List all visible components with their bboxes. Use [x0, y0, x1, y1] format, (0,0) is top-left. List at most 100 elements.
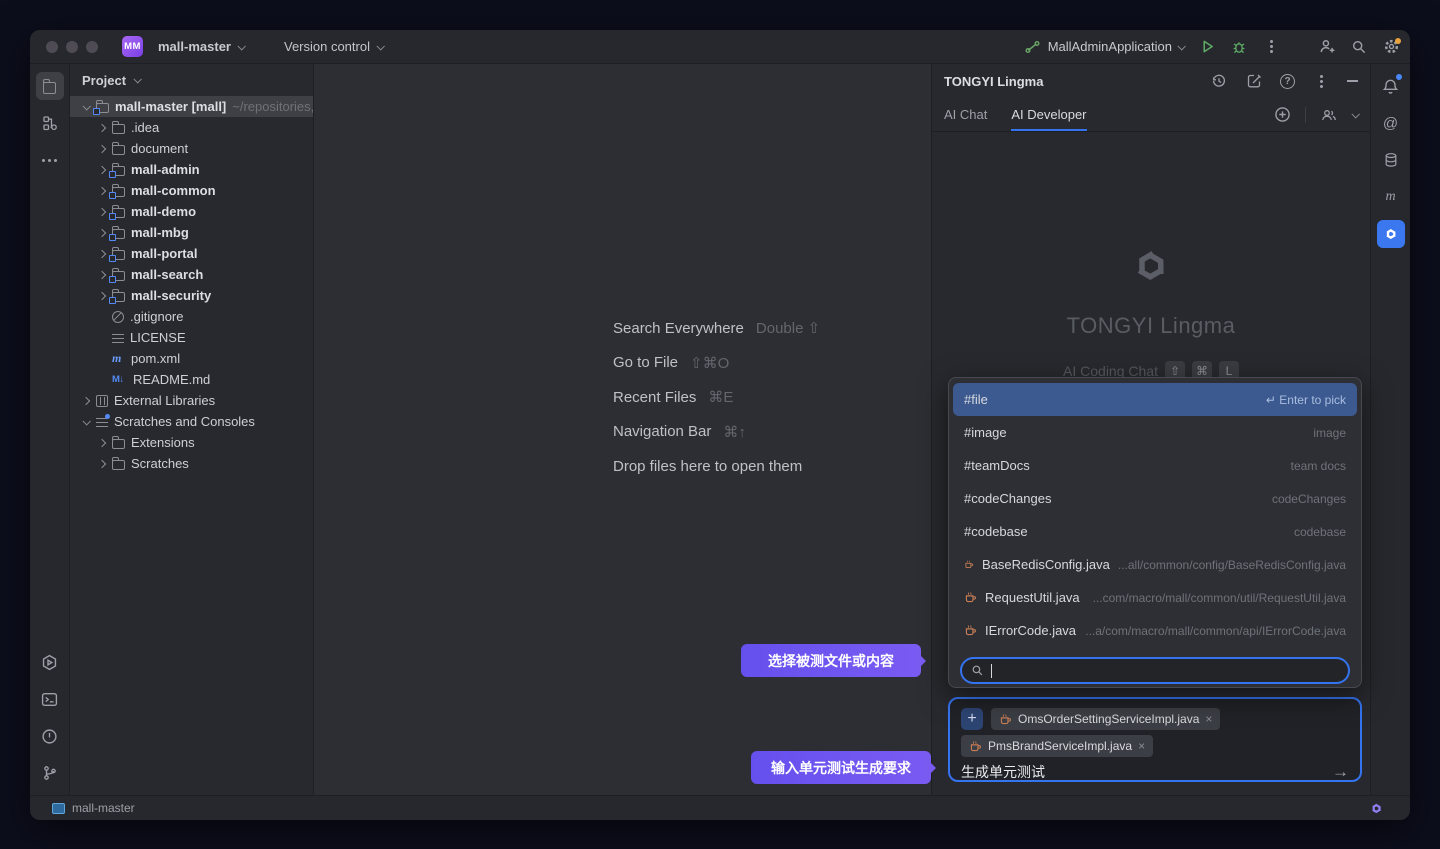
dropdown-item-label: #codebase [964, 524, 1028, 539]
tree-item-gitignore[interactable]: .gitignore [70, 306, 313, 327]
tree-item-mall-portal[interactable]: mall-portal [70, 243, 313, 264]
chevron-down-icon [82, 417, 90, 425]
status-project-name[interactable]: mall-master [72, 801, 135, 815]
tree-item-label: Scratches [131, 456, 189, 471]
settings-alert-dot [1395, 38, 1401, 44]
dropdown-item-codebase[interactable]: #codebase codebase [953, 515, 1357, 548]
lingma-status-icon[interactable] [1369, 801, 1384, 816]
maven-tool-button[interactable]: m [1377, 183, 1405, 211]
run-configuration-select[interactable]: MallAdminApplication [1024, 38, 1184, 56]
tree-item-external-libraries[interactable]: External Libraries [70, 390, 313, 411]
hide-panel-icon[interactable] [1347, 80, 1358, 82]
tree-item-mall-mbg[interactable]: mall-mbg [70, 222, 313, 243]
more-tools-button[interactable] [36, 146, 64, 174]
tree-item-mall-demo[interactable]: mall-demo [70, 201, 313, 222]
tree-item-mall-admin[interactable]: mall-admin [70, 159, 313, 180]
send-button[interactable]: → [1332, 762, 1349, 782]
version-control-menu[interactable]: Version control [276, 35, 391, 58]
search-icon[interactable] [1350, 38, 1368, 56]
tree-item-scratches-consoles[interactable]: Scratches and Consoles [70, 411, 313, 432]
notifications-bell-button[interactable] [1377, 72, 1405, 100]
drop-files-hint: Drop files here to open them [613, 458, 802, 475]
file-chip-pmsbrand[interactable]: PmsBrandServiceImpl.java × [961, 735, 1153, 757]
project-panel-header[interactable]: Project [70, 64, 313, 96]
lingma-panel-header: TONGYI Lingma ? [932, 64, 1370, 98]
dropdown-item-teamdocs[interactable]: #teamDocs team docs [953, 449, 1357, 482]
dropdown-item-partial [953, 647, 1357, 654]
ide-window: MM mall-master Version control MallAdmin… [30, 30, 1410, 820]
unit-test-composer[interactable]: + OmsOrderSettingServiceImpl.java × PmsB… [948, 697, 1362, 782]
chevron-right-icon [82, 396, 90, 404]
dropdown-item-codechanges[interactable]: #codeChanges codeChanges [953, 482, 1357, 515]
chevron-right-icon [98, 291, 106, 299]
zoom-button[interactable] [86, 41, 98, 53]
prompt-input-text[interactable]: 生成单元测试 [961, 762, 1045, 782]
run-button[interactable] [1198, 38, 1216, 56]
tree-item-readme[interactable]: M↓ README.md [70, 369, 313, 390]
tab-ai-chat[interactable]: AI Chat [944, 98, 987, 131]
tree-item-pom-xml[interactable]: m pom.xml [70, 348, 313, 369]
chevron-right-icon [98, 249, 106, 257]
add-user-icon[interactable] [1318, 38, 1336, 56]
close-button[interactable] [46, 41, 58, 53]
file-chip-omsordersetting[interactable]: OmsOrderSettingServiceImpl.java × [991, 708, 1220, 730]
tree-item-mall-search[interactable]: mall-search [70, 264, 313, 285]
tree-item-idea[interactable]: .idea [70, 117, 313, 138]
right-activity-bar: @ m [1370, 64, 1410, 795]
minimize-button[interactable] [66, 41, 78, 53]
sessions-people-icon[interactable] [1320, 106, 1338, 124]
dropdown-item-file[interactable]: #file ↵ Enter to pick [953, 383, 1357, 416]
folder-icon [112, 460, 125, 470]
new-session-plus-icon[interactable] [1273, 106, 1291, 124]
tab-ai-developer[interactable]: AI Developer [1011, 98, 1086, 131]
editor-area: Search Everywhere Double ⇧ Go to File ⇧⌘… [314, 64, 931, 795]
dropdown-item-label: #teamDocs [964, 458, 1030, 473]
add-context-button[interactable]: + [961, 708, 983, 730]
dropdown-item-hint: team docs [1291, 459, 1346, 473]
database-tool-button[interactable] [1377, 146, 1405, 174]
java-file-icon [969, 740, 982, 753]
history-icon[interactable] [1210, 72, 1228, 90]
settings-gear-icon[interactable] [1382, 38, 1400, 56]
structure-tool-button[interactable] [36, 109, 64, 137]
git-tool-button[interactable] [36, 759, 64, 787]
services-tool-button[interactable] [36, 648, 64, 676]
project-tool-button[interactable] [36, 72, 64, 100]
tree-item-document[interactable]: document [70, 138, 313, 159]
tree-item-label: mall-portal [131, 246, 197, 261]
tree-item-mall-security[interactable]: mall-security [70, 285, 313, 306]
remove-chip-icon[interactable]: × [1138, 739, 1145, 753]
java-file-icon [964, 624, 977, 637]
dropdown-file-requestutil[interactable]: RequestUtil.java ...com/macro/mall/commo… [953, 581, 1357, 614]
tree-item-label: Extensions [131, 435, 195, 450]
terminal-tool-button[interactable] [36, 685, 64, 713]
scratches-icon [96, 416, 108, 428]
dropdown-file-path: ...all/common/config/BaseRedisConfig.jav… [1118, 558, 1346, 572]
new-chat-icon[interactable] [1245, 72, 1263, 90]
lingma-tool-button[interactable] [1377, 220, 1405, 248]
dropdown-file-ierrorcode[interactable]: IErrorCode.java ...a/com/macro/mall/comm… [953, 614, 1357, 647]
dropdown-file-baseredisconfig[interactable]: BaseRedisConfig.java ...all/common/confi… [953, 548, 1357, 581]
dropdown-search-input[interactable] [999, 663, 1339, 678]
debug-button[interactable] [1230, 38, 1248, 56]
dropdown-item-image[interactable]: #image image [953, 416, 1357, 449]
folder-icon [112, 145, 125, 155]
chevron-down-icon[interactable] [1351, 110, 1359, 118]
chevron-down-icon [82, 102, 90, 110]
more-actions-kebab[interactable] [1262, 38, 1280, 56]
panel-options-kebab[interactable] [1312, 72, 1330, 90]
dropdown-item-hint: codebase [1294, 525, 1346, 539]
version-control-label: Version control [284, 39, 370, 54]
tree-item-mall-common[interactable]: mall-common [70, 180, 313, 201]
tree-item-mall-master-root[interactable]: mall-master [mall] ~/repositories, [70, 96, 313, 117]
tree-item-scratches[interactable]: Scratches [70, 453, 313, 474]
help-icon[interactable]: ? [1280, 74, 1295, 89]
tree-item-label: mall-search [131, 267, 203, 282]
dropdown-search-box[interactable] [960, 657, 1350, 684]
problems-tool-button[interactable] [36, 722, 64, 750]
project-menu[interactable]: mall-master [150, 35, 252, 58]
remove-chip-icon[interactable]: × [1205, 712, 1212, 726]
ai-assistant-button[interactable]: @ [1377, 109, 1405, 137]
tree-item-license[interactable]: LICENSE [70, 327, 313, 348]
tree-item-extensions[interactable]: Extensions [70, 432, 313, 453]
